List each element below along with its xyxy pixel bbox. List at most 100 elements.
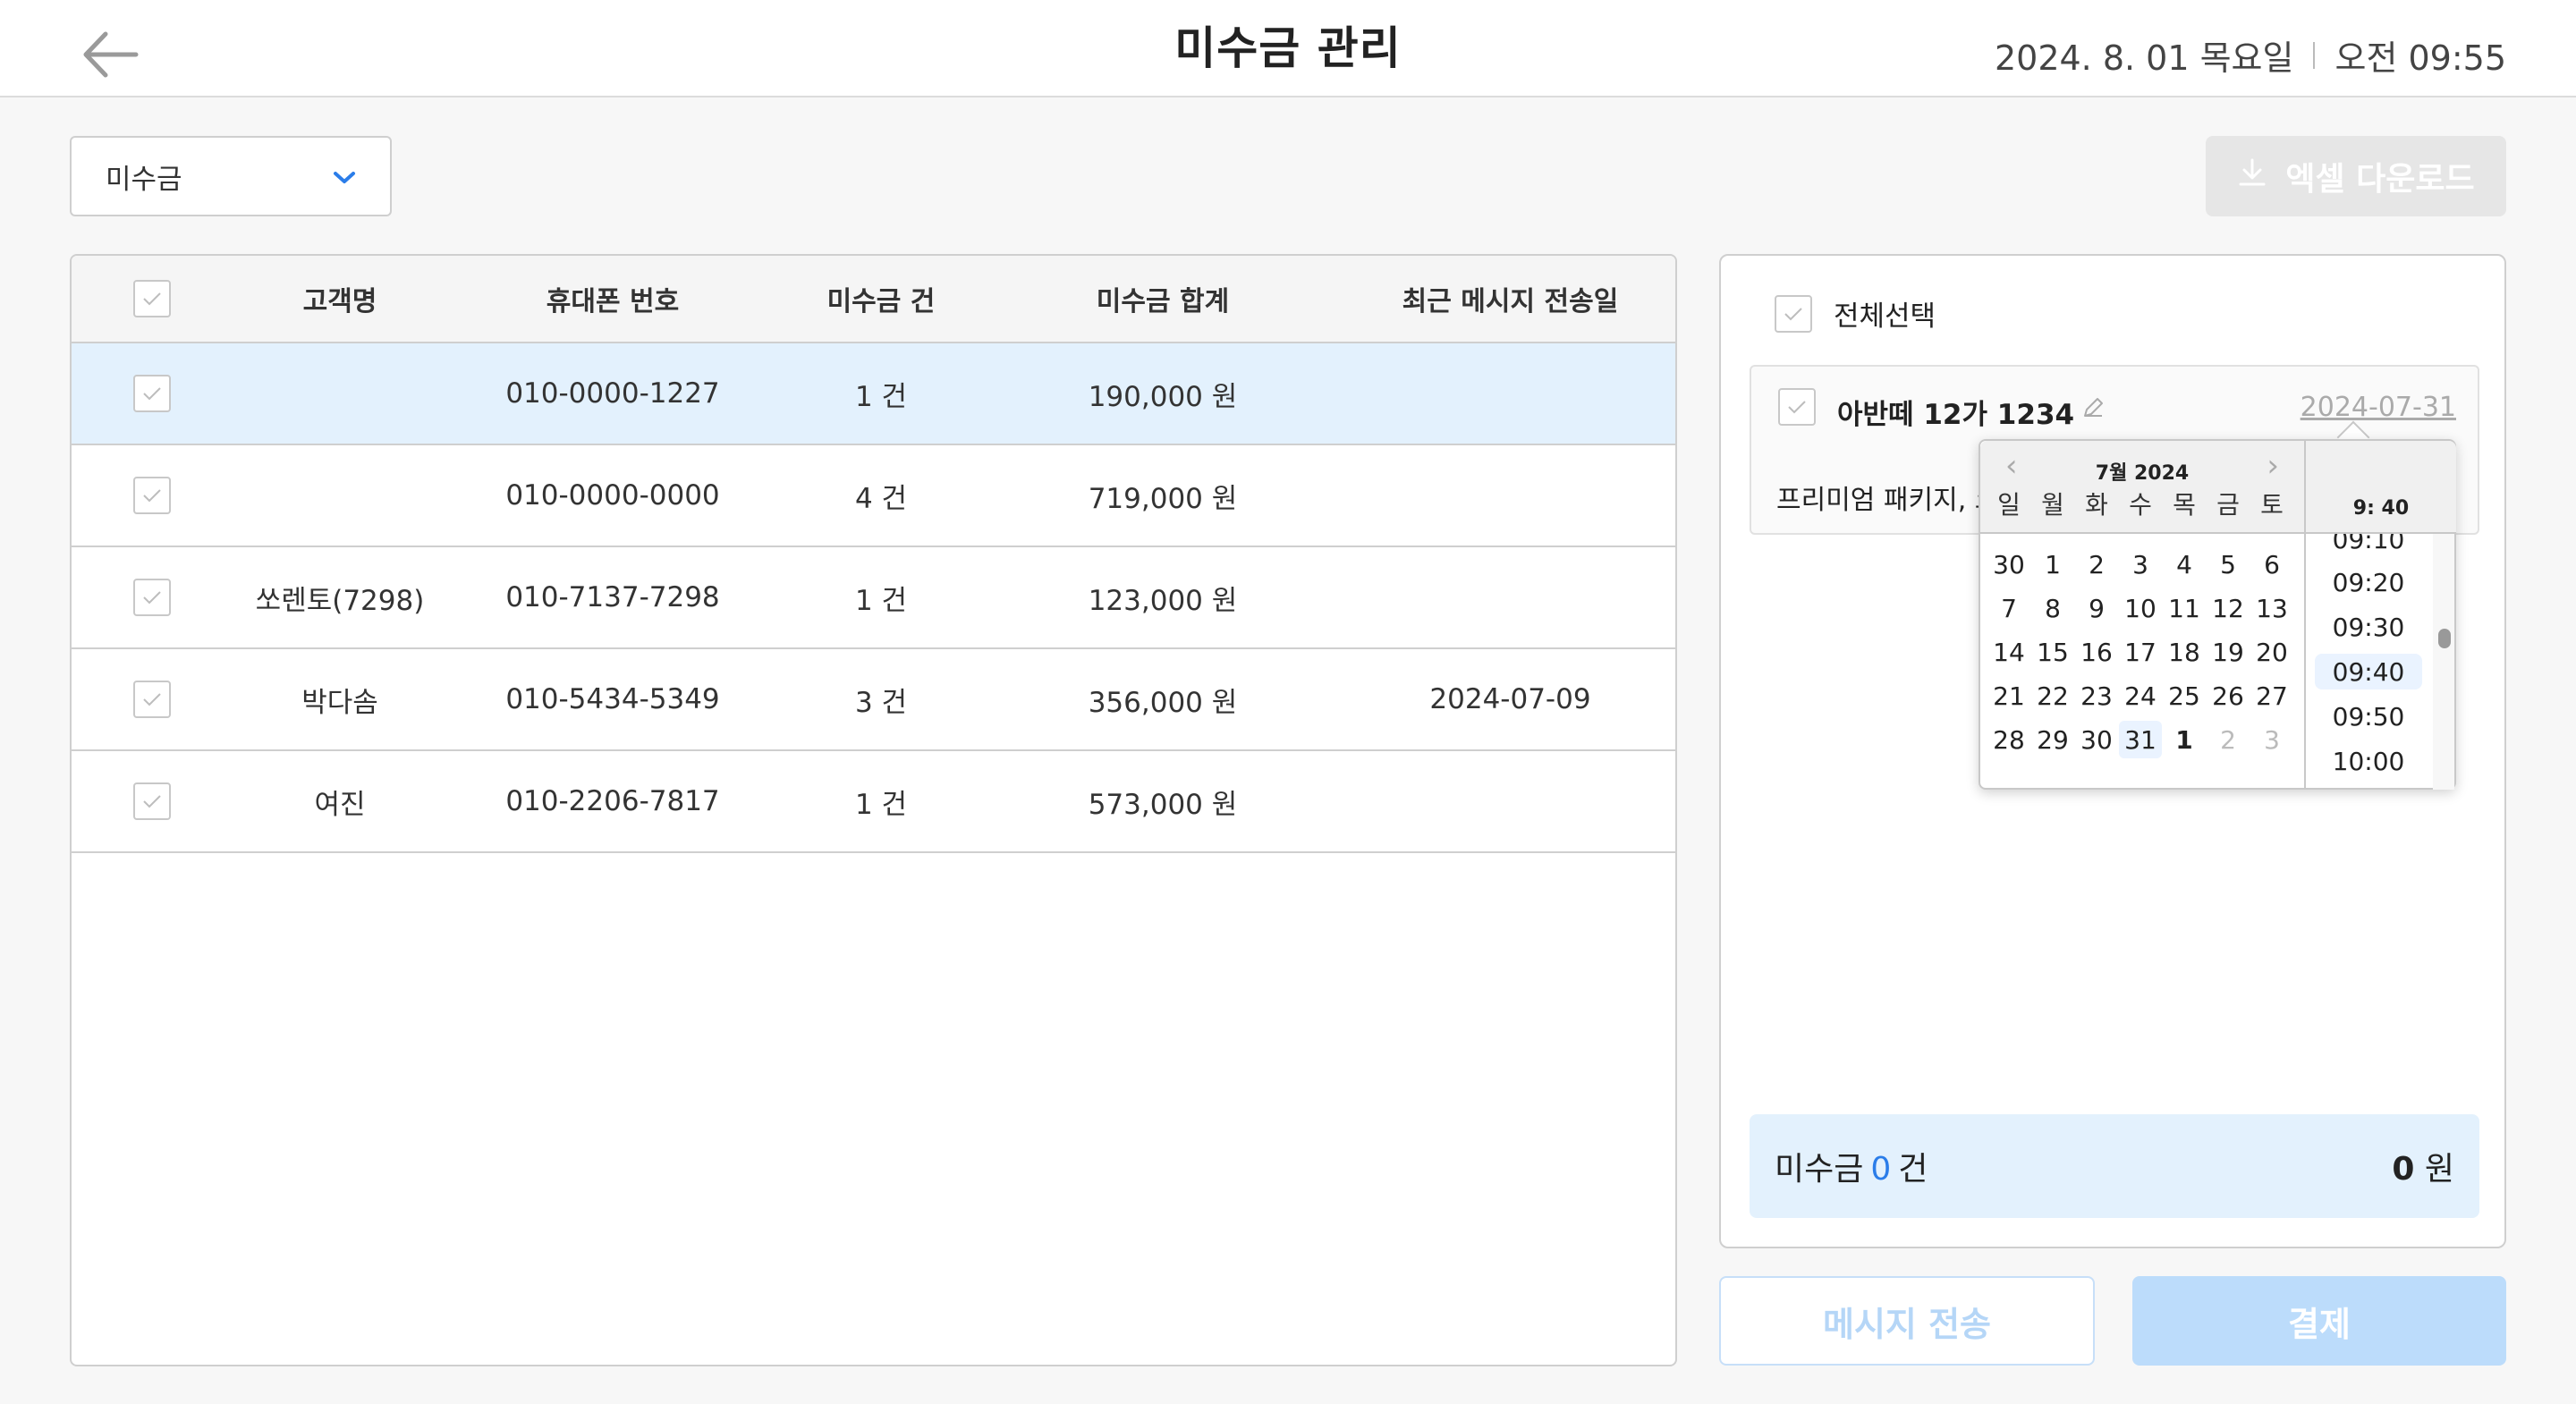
vehicle-name: 아반떼 12가 1234: [1837, 399, 2075, 431]
edit-pencil-icon[interactable]: [2080, 395, 2106, 424]
chevron-right-icon[interactable]: ›: [2267, 448, 2279, 484]
table-row[interactable]: 여진 010-2206-7817 1 건 573,000 원: [72, 751, 1675, 853]
row-checkbox[interactable]: [133, 782, 171, 820]
calendar-day[interactable]: 1: [2031, 546, 2074, 583]
summary-amount-unit: 원: [2424, 1151, 2454, 1188]
row-checkbox[interactable]: [133, 375, 171, 412]
phone-number: 010-5434-5349: [505, 683, 720, 715]
calendar-day-current[interactable]: 31: [2119, 721, 2162, 758]
receivable-count: 4 건: [854, 482, 908, 515]
calendar-day[interactable]: 20: [2250, 633, 2293, 671]
weekday-label: 목: [2173, 490, 2196, 520]
phone-number: 010-7137-7298: [505, 581, 720, 613]
calendar-day[interactable]: 10: [2119, 589, 2162, 627]
weekday-label: 수: [2129, 490, 2152, 520]
phone-number: 010-0000-0000: [505, 479, 720, 512]
calendar-day[interactable]: 19: [2207, 633, 2250, 671]
calendar-day-today[interactable]: 1: [2163, 721, 2206, 758]
calendar-day[interactable]: 25: [2163, 677, 2206, 715]
last-sent-date: 2024-07-09: [1429, 683, 1591, 715]
calendar-day-next-month[interactable]: 3: [2250, 721, 2293, 758]
calendar-day[interactable]: 23: [2075, 677, 2118, 715]
calendar-day[interactable]: 11: [2163, 589, 2206, 627]
calendar-day-next-month[interactable]: 2: [2207, 721, 2250, 758]
weekday-label: 금: [2216, 490, 2240, 520]
pay-button[interactable]: 결제: [2132, 1276, 2506, 1366]
app-header: 미수금 관리 2024. 8. 01 목요일 오전 09:55: [0, 0, 2576, 97]
select-all-rows-checkbox[interactable]: [133, 280, 171, 317]
customer-name: 여진: [314, 788, 366, 821]
table-row[interactable]: 박다솜 010-5434-5349 3 건 356,000 원 2024-07-…: [72, 649, 1675, 751]
column-header-last-sent: 최근 메시지 전송일: [1402, 286, 1619, 317]
calendar-day[interactable]: 8: [2031, 589, 2074, 627]
customer-name: [233, 343, 447, 444]
calendar-day[interactable]: 29: [2031, 721, 2074, 758]
time-slot[interactable]: 10:00: [2315, 743, 2422, 779]
calendar-day[interactable]: 17: [2119, 633, 2162, 671]
column-header-sum: 미수금 합계: [1096, 286, 1230, 317]
calendar-day[interactable]: 24: [2119, 677, 2162, 715]
calendar-day[interactable]: 3: [2119, 546, 2162, 583]
calendar-day[interactable]: 18: [2163, 633, 2206, 671]
item-checkbox[interactable]: [1778, 388, 1816, 426]
calendar-day[interactable]: 5: [2207, 546, 2250, 583]
last-sent-date: [1342, 751, 1675, 851]
time-selector: 9: 40 09:10 09:20 09:30 09:40 09:50 10:0…: [2304, 441, 2456, 790]
summary-prefix: 미수금: [1775, 1151, 1864, 1188]
calendar-day[interactable]: 30: [1987, 546, 2030, 583]
row-checkbox[interactable]: [133, 579, 171, 616]
weekday-label: 토: [2260, 490, 2284, 520]
calendar-day[interactable]: 16: [2075, 633, 2118, 671]
time-slot-selected[interactable]: 09:40: [2315, 654, 2422, 689]
calendar-day[interactable]: 22: [2031, 677, 2074, 715]
time-slot[interactable]: 09:30: [2315, 609, 2422, 645]
row-checkbox[interactable]: [133, 681, 171, 718]
receivable-count: 3 건: [854, 686, 908, 719]
calendar-day[interactable]: 21: [1987, 677, 2030, 715]
calendar-day[interactable]: 7: [1987, 589, 2030, 627]
calendar-day[interactable]: 26: [2207, 677, 2250, 715]
excel-download-label: 엑셀 다운로드: [2285, 161, 2475, 198]
table-row[interactable]: 010-0000-1227 1 건 190,000 원: [72, 343, 1675, 445]
excel-download-button[interactable]: 엑셀 다운로드: [2206, 136, 2506, 216]
time-scrollbar[interactable]: [2433, 534, 2454, 790]
summary-count: 미수금 0 건: [1775, 1143, 1928, 1189]
calendar-day[interactable]: 27: [2250, 677, 2293, 715]
weekday-label: 일: [1997, 490, 2021, 520]
calendar-day[interactable]: 13: [2250, 589, 2293, 627]
calendar-day[interactable]: 28: [1987, 721, 2030, 758]
time-slot[interactable]: 09:50: [2315, 698, 2422, 734]
calendar-day[interactable]: 15: [2031, 633, 2074, 671]
calendar-day[interactable]: 14: [1987, 633, 2030, 671]
receivables-table: 고객명 휴대폰 번호 미수금 건 미수금 합계 최근 메시지 전송일 010-0…: [70, 254, 1677, 1366]
table-row[interactable]: 010-0000-0000 4 건 719,000 원: [72, 445, 1675, 547]
customer-name: 쏘렌토(7298): [255, 584, 425, 617]
item-description: 프리미엄 패키지, 코: [1776, 485, 2000, 516]
calendar-day[interactable]: 12: [2207, 589, 2250, 627]
filter-value: 미수금: [106, 163, 182, 196]
calendar-header: ‹ 7월 2024 › 일 월 화 수 목 금 토: [1980, 441, 2304, 534]
table-header: 고객명 휴대폰 번호 미수금 건 미수금 합계 최근 메시지 전송일: [72, 256, 1675, 343]
phone-number: 010-0000-1227: [505, 377, 720, 410]
summary-amount: 0 원: [2392, 1143, 2454, 1189]
calendar-day[interactable]: 30: [2075, 721, 2118, 758]
phone-number: 010-2206-7817: [505, 785, 720, 817]
send-message-button[interactable]: 메시지 전송: [1719, 1276, 2095, 1366]
table-row[interactable]: 쏘렌토(7298) 010-7137-7298 1 건 123,000 원: [72, 547, 1675, 649]
customer-name: 박다솜: [301, 686, 378, 719]
time-scrollbar-thumb[interactable]: [2438, 629, 2451, 648]
calendar: ‹ 7월 2024 › 일 월 화 수 목 금 토 30 1 2 3 4 5 6…: [1980, 441, 2304, 788]
calendar-day[interactable]: 2: [2075, 546, 2118, 583]
item-date-link[interactable]: 2024-07-31: [2301, 392, 2456, 423]
filter-dropdown[interactable]: 미수금: [70, 136, 392, 216]
select-all-checkbox[interactable]: [1775, 294, 1812, 333]
calendar-day[interactable]: 4: [2163, 546, 2206, 583]
time-slot[interactable]: 09:20: [2315, 564, 2422, 600]
time-slot[interactable]: 09:10: [2315, 534, 2422, 557]
calendar-day[interactable]: 6: [2250, 546, 2293, 583]
weekday-label: 월: [2041, 490, 2064, 520]
row-checkbox[interactable]: [133, 477, 171, 514]
calendar-day[interactable]: 9: [2075, 589, 2118, 627]
select-all-control[interactable]: 전체선택: [1775, 293, 1936, 334]
receivable-count: 1 건: [854, 584, 908, 617]
